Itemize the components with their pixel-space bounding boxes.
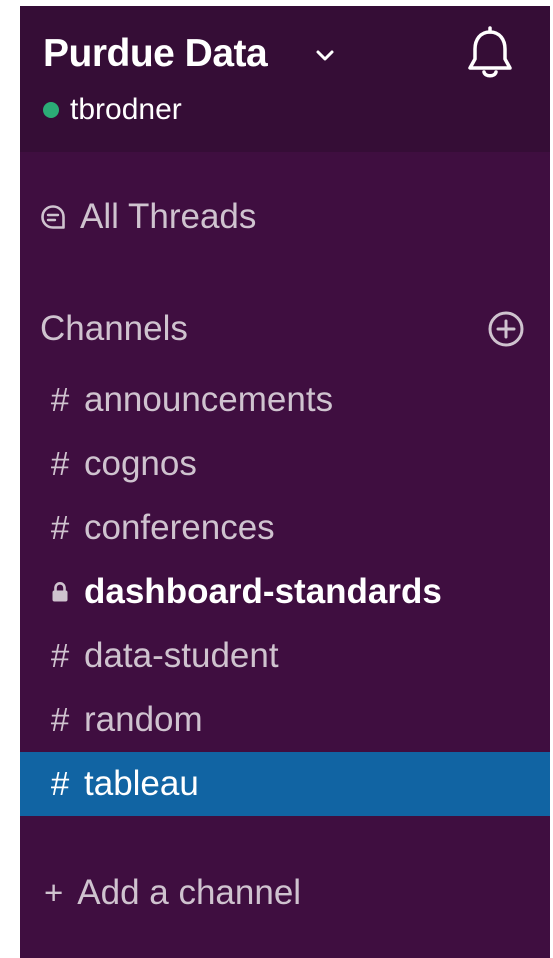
current-user[interactable]: tbrodner: [43, 90, 182, 130]
add-circle-icon[interactable]: [487, 310, 525, 348]
channel-name: announcements: [84, 380, 334, 419]
all-threads-link[interactable]: All Threads: [40, 192, 256, 242]
channel-hash-icon: #: [50, 765, 70, 802]
channel-hash-icon: #: [50, 509, 70, 546]
channel-hash-icon: #: [50, 701, 70, 738]
channel-name: random: [84, 700, 203, 739]
channel-name: cognos: [84, 444, 197, 483]
team-header[interactable]: Purdue Data tbrodner: [20, 6, 550, 152]
presence-indicator: [43, 102, 59, 118]
channel-name: conferences: [84, 508, 275, 547]
workspace-sidebar: Purdue Data tbrodner All Threads Channel…: [20, 6, 550, 958]
channel-item-cognos[interactable]: # cognos: [20, 432, 550, 496]
channel-item-dashboard-standards[interactable]: dashboard-standards: [20, 560, 550, 624]
channel-item-conferences[interactable]: # conferences: [20, 496, 550, 560]
channel-name: dashboard-standards: [84, 572, 442, 611]
add-channel-button[interactable]: + Add a channel: [20, 865, 301, 921]
username: tbrodner: [70, 93, 182, 126]
plus-icon: +: [44, 874, 64, 911]
channel-name: data-student: [84, 636, 279, 675]
channels-section-header[interactable]: Channels: [40, 304, 525, 354]
channel-hash-icon: #: [50, 637, 70, 674]
channel-item-random[interactable]: # random: [20, 688, 550, 752]
chevron-down-icon[interactable]: [312, 43, 338, 69]
workspace-name[interactable]: Purdue Data: [43, 32, 268, 76]
threads-icon: [41, 205, 65, 229]
channel-item-data-student[interactable]: # data-student: [20, 624, 550, 688]
lock-icon: [44, 581, 76, 603]
channels-section-title[interactable]: Channels: [40, 309, 188, 349]
channel-hash-icon: #: [50, 381, 70, 418]
notifications-bell-icon[interactable]: [464, 26, 516, 82]
add-channel-label: Add a channel: [77, 873, 302, 912]
channel-item-tableau[interactable]: # tableau: [20, 752, 550, 816]
channel-item-announcements[interactable]: # announcements: [20, 368, 550, 432]
channel-name: tableau: [84, 764, 199, 803]
all-threads-label: All Threads: [80, 197, 257, 236]
channel-hash-icon: #: [50, 445, 70, 482]
